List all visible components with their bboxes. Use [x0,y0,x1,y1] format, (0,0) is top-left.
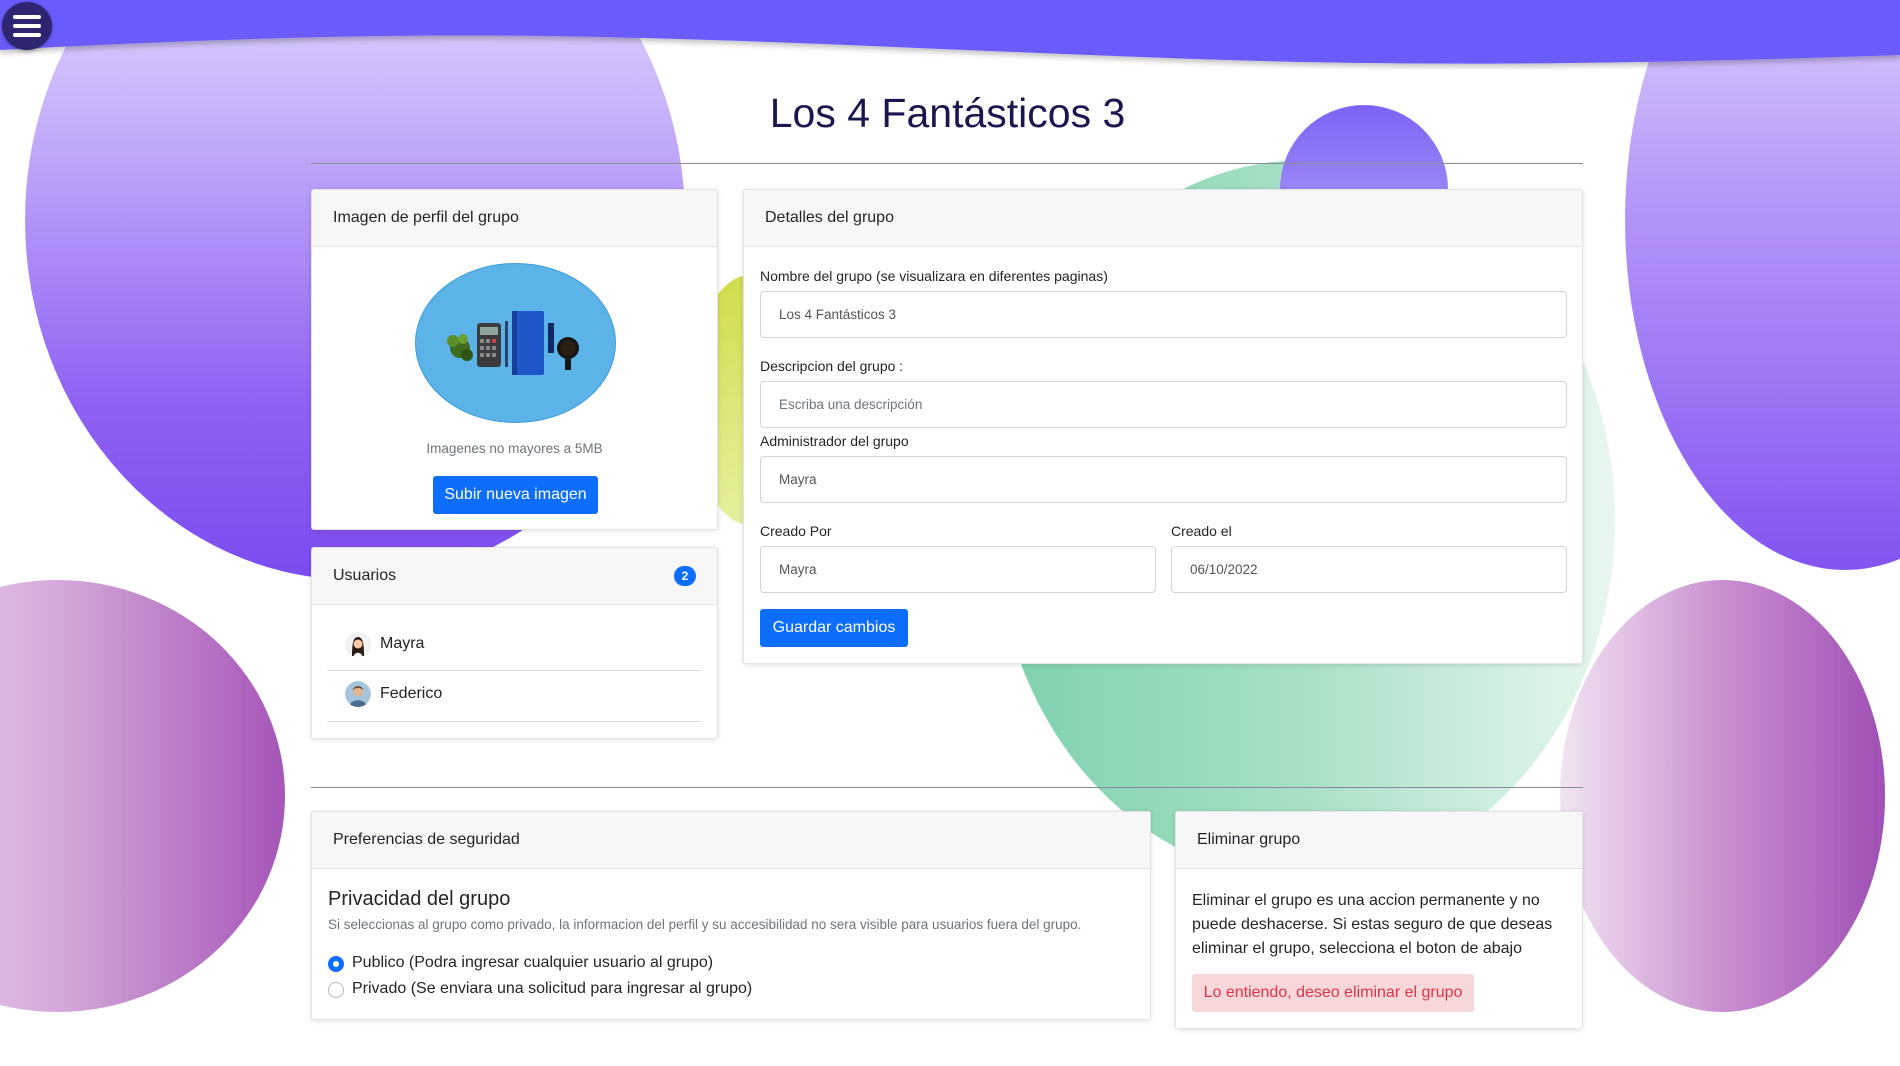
card-title: Preferencias de seguridad [333,831,520,848]
divider [311,787,1583,788]
users-card: Usuarios 2 Mayra Federico [311,547,718,739]
delete-group-card: Eliminar grupo Eliminar el grupo es una … [1175,811,1583,1029]
privacy-public-label[interactable]: Publico (Podra ingresar cualquier usuari… [352,954,713,972]
image-size-hint: Imagenes no mayores a 5MB [426,441,603,456]
group-description-input[interactable]: Escriba una descripción [760,381,1567,428]
card-header: Preferencias de seguridad [312,812,1150,869]
divider [327,670,702,671]
divider [311,163,1583,164]
group-profile-image [415,263,616,423]
created-on-input[interactable]: 06/10/2022 [1171,546,1567,593]
card-title: Detalles del grupo [765,209,894,226]
male-avatar [345,681,371,707]
save-changes-button[interactable]: Guardar cambios [760,609,908,647]
group-admin-label: Administrador del grupo [760,433,909,449]
card-header: Eliminar grupo [1176,812,1582,869]
privacy-title: Privacidad del grupo [328,888,511,910]
security-preferences-card: Preferencias de seguridad Privacidad del… [311,811,1151,1020]
privacy-description: Si seleccionas al grupo como privado, la… [328,917,1082,932]
users-count-badge: 2 [674,566,696,586]
created-on-label: Creado el [1171,523,1232,539]
privacy-private-radio[interactable] [328,982,344,998]
delete-warning-text: Eliminar el grupo es una accion permanen… [1192,892,1553,957]
upload-image-button[interactable]: Subir nueva imagen [433,476,598,514]
created-by-label: Creado Por [760,523,832,539]
group-admin-input[interactable]: Mayra [760,456,1567,503]
group-description-label: Descripcion del grupo : [760,358,904,374]
profile-image-card: Imagen de perfil del grupo Imagenes no m… [311,189,718,530]
divider [327,721,702,722]
card-title: Usuarios [333,567,397,584]
female-avatar [345,632,371,658]
hamburger-menu-icon[interactable] [2,2,52,50]
page-title: Los 4 Fantásticos 3 [769,90,1126,136]
created-by-input[interactable]: Mayra [760,546,1156,593]
group-name-label: Nombre del grupo (se visualizara en dife… [760,268,1108,284]
group-name-input[interactable]: Los 4 Fantásticos 3 [760,291,1567,338]
delete-group-button[interactable]: Lo entiendo, deseo eliminar el grupo [1192,974,1474,1012]
user-name: Mayra [380,635,425,652]
card-title: Eliminar grupo [1197,831,1301,848]
card-header: Usuarios 2 [312,548,717,605]
card-title: Imagen de perfil del grupo [333,209,519,226]
group-details-card: Detalles del grupo Nombre del grupo (se … [743,189,1583,664]
privacy-private-label[interactable]: Privado (Se enviara una solicitud para i… [352,980,752,998]
privacy-public-radio[interactable] [328,956,344,972]
card-header: Imagen de perfil del grupo [312,190,717,247]
card-header: Detalles del grupo [744,190,1582,247]
user-name: Federico [380,685,443,702]
